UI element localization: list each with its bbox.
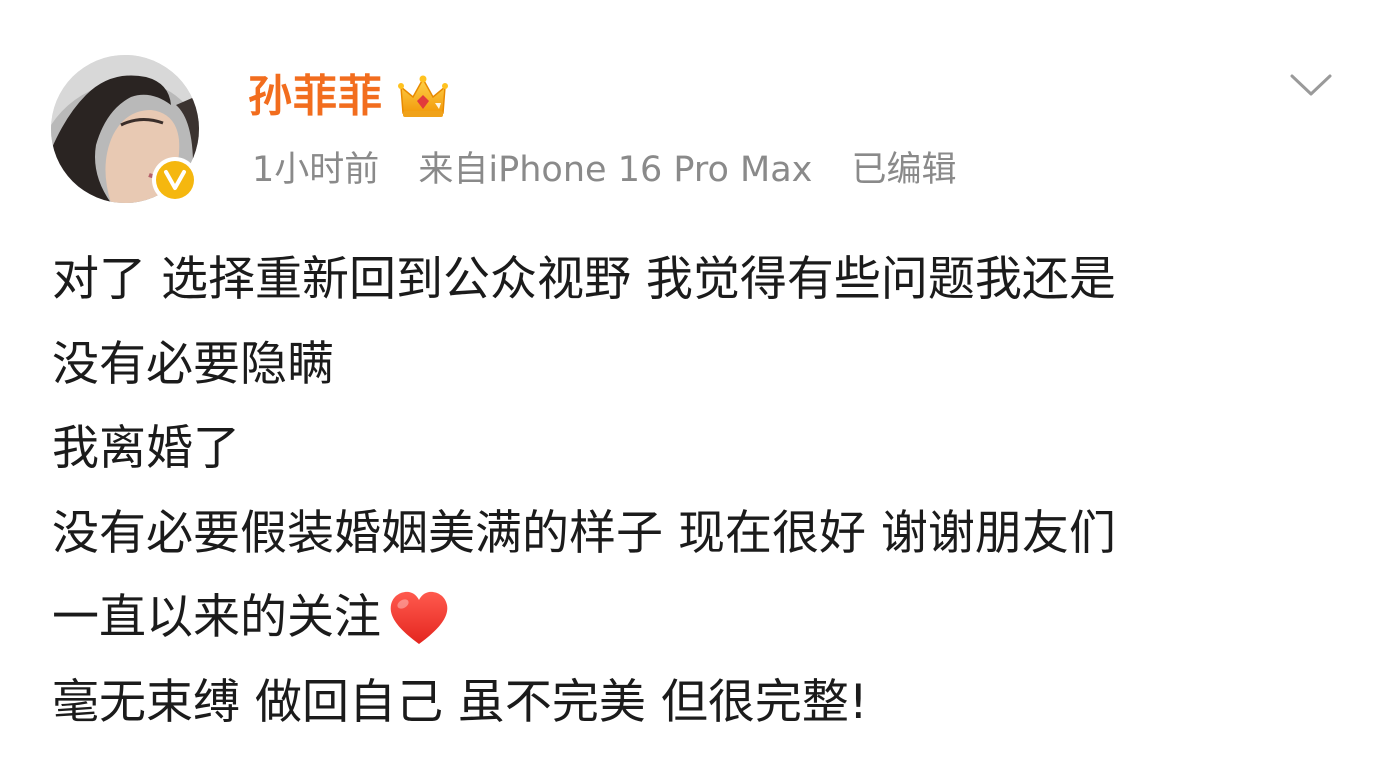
content-text: 一直以来的关注 [52, 590, 381, 645]
content-text: 没有必要隐瞒 [52, 336, 334, 392]
post-meta: 1小时前 来自iPhone 16 Pro Max 已编辑 [252, 146, 957, 194]
verified-v-icon [164, 170, 186, 190]
post-content: 对了 选择重新回到公众视野 我觉得有些问题我还是 没有必要隐瞒 我离婚了 没有必… [52, 238, 1352, 745]
content-line: 没有必要假装婚姻美满的样子 现在很好 谢谢朋友们 [52, 492, 1352, 577]
content-line: 一直以来的关注 [52, 576, 1352, 661]
content-line: 对了 选择重新回到公众视野 我觉得有些问题我还是 [52, 238, 1352, 323]
chevron-down-icon[interactable] [1288, 70, 1334, 100]
content-line: 我离婚了 [52, 407, 1352, 492]
content-line: 毫无束缚 做回自己 虽不完美 但很完整! [52, 661, 1352, 746]
content-text: 没有必要假装婚姻美满的样子 现在很好 谢谢朋友们 [52, 505, 1116, 561]
content-text: 毫无束缚 做回自己 虽不完美 但很完整! [52, 674, 868, 730]
post-source: 来自iPhone 16 Pro Max [418, 150, 813, 190]
content-line: 没有必要隐瞒 [52, 323, 1352, 408]
author-name[interactable]: 孙菲菲 [248, 75, 383, 119]
content-text: 我离婚了 [52, 421, 240, 476]
author-row: 孙菲菲 [248, 66, 449, 128]
edited-label[interactable]: 已编辑 [852, 150, 957, 190]
content-text: 对了 选择重新回到公众视野 我觉得有些问题我还是 [52, 252, 1116, 307]
crown-icon[interactable] [397, 73, 449, 121]
post-time: 1小时前 [252, 150, 380, 190]
weibo-post: 孙菲菲 1小时前 来自iPhone 16 Pro Max 已编辑 对了 选择重新… [0, 0, 1380, 760]
heart-icon [390, 592, 448, 645]
verified-badge [152, 157, 198, 203]
